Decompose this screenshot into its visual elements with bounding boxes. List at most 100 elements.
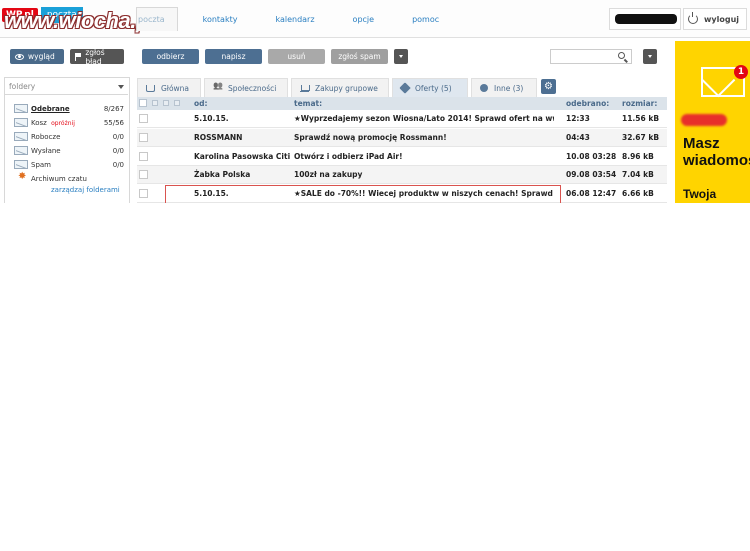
table-row[interactable]: ROSSMANN Sprawdź nową promocję Rossmann!… [137, 129, 667, 147]
people-icon [213, 85, 222, 92]
row-received: 10.08 03:28 [566, 152, 617, 161]
tab-label: Zakupy grupowe [315, 83, 378, 93]
nav-item-pomoc[interactable]: pomoc [412, 15, 439, 24]
row-size: 11.56 kB [622, 114, 660, 123]
flag-column-icon [163, 100, 169, 106]
tab-spolecznosci[interactable]: Społeczności [204, 78, 288, 97]
mail-app: WP.pl poczta www.wiocha.pl poczta kontak… [0, 0, 750, 203]
tab-zakupy-grupowe[interactable]: Zakupy grupowe [291, 78, 389, 97]
row-checkbox[interactable] [139, 152, 148, 161]
tab-label: Oferty (5) [415, 83, 452, 93]
folder-name: Wysłane [31, 146, 61, 155]
write-button[interactable]: napisz [205, 49, 262, 64]
row-subject: 100zł na zakupy [294, 170, 363, 179]
folder-item-kosz[interactable]: Kosz opróżnij 55/56 [14, 116, 124, 129]
column-subject[interactable]: temat: [294, 97, 322, 110]
row-subject: ★Wyprzedajemy sezon Wiosna/Lato 2014! Sp… [294, 114, 554, 123]
folder-item-wyslane[interactable]: Wysłane 0/0 [14, 144, 124, 157]
tab-oferty[interactable]: Oferty (5) [392, 78, 468, 97]
folder-count: 8/267 [103, 104, 124, 113]
row-from: 5.10.15. [194, 114, 229, 123]
report-bug-button[interactable]: zgłoś błąd [70, 47, 124, 66]
folder-item-spam[interactable]: Spam 0/0 [14, 158, 124, 171]
tab-inne[interactable]: Inne (3) [471, 78, 537, 97]
folder-item-odebrane[interactable]: Odebrane 8/267 [14, 102, 124, 115]
top-bar: WP.pl poczta www.wiocha.pl poczta kontak… [0, 0, 750, 38]
empty-trash-link[interactable]: opróżnij [51, 120, 75, 127]
page: WP.pl poczta www.wiocha.pl poczta kontak… [0, 0, 750, 551]
folder-count: 55/56 [103, 118, 124, 127]
read-status-column-icon [152, 100, 158, 106]
report-label: zgłoś błąd [85, 47, 105, 66]
user-name-redacted [615, 14, 677, 24]
search-input[interactable] [550, 49, 632, 64]
row-received: 04:43 [566, 133, 590, 142]
trash-envelope-icon [14, 118, 28, 127]
row-received: 12:33 [566, 114, 590, 123]
ad-headline-line1: Masz [683, 135, 720, 152]
row-checkbox[interactable] [139, 133, 148, 142]
folder-item-robocze[interactable]: Robocze 0/0 [14, 130, 124, 143]
logout-label: wyloguj [704, 14, 740, 24]
folder-name: Archiwum czatu [31, 174, 87, 183]
watermark-text: www.wiocha.pl [4, 8, 155, 33]
folder-select[interactable]: foldery [4, 79, 128, 95]
receive-button[interactable]: odbierz [142, 49, 199, 64]
row-checkbox[interactable] [139, 170, 148, 179]
eye-icon [15, 53, 24, 60]
manage-folders-link[interactable]: zarządzaj folderami [51, 186, 120, 194]
advertisement-banner[interactable]: 1 Masz wiadomoś Twoja [675, 41, 750, 203]
folder-name: Robocze [31, 132, 61, 141]
row-size: 6.66 kB [622, 189, 654, 198]
power-icon [688, 12, 698, 24]
folder-count: 0/0 [112, 146, 124, 155]
tab-glowna[interactable]: Główna [137, 78, 201, 97]
table-row[interactable]: Karolina Pasowska Citi Otwórz i odbierz … [137, 148, 667, 166]
table-row[interactable]: Żabka Polska 100zł na zakupy 09.08 03:54… [137, 166, 667, 184]
nav-item-kontakty[interactable]: kontakty [203, 15, 238, 24]
folder-name: Spam [31, 160, 51, 169]
more-actions-button[interactable] [394, 49, 408, 64]
nav-item-opcje[interactable]: opcje [353, 15, 375, 24]
select-all-checkbox[interactable] [139, 99, 147, 107]
ad-headline-line2: wiadomoś [683, 152, 750, 169]
report-spam-button[interactable]: zgłoś spam [331, 49, 388, 64]
chevron-down-icon [118, 85, 124, 89]
row-subject: Sprawdź nową promocję Rossmann! [294, 133, 447, 142]
chat-archive-icon [18, 171, 28, 184]
search-options-button[interactable] [643, 49, 657, 64]
logout-button[interactable]: wyloguj [683, 8, 747, 30]
ad-redacted-text [681, 114, 727, 126]
row-from: ROSSMANN [194, 133, 243, 142]
row-received: 06.08 12:47 [566, 189, 617, 198]
column-from[interactable]: od: [194, 97, 208, 110]
spam-envelope-icon [14, 160, 28, 169]
folder-select-label: foldery [9, 82, 36, 91]
highlight-box [165, 185, 561, 203]
delete-button[interactable]: usuń [268, 49, 325, 64]
column-received[interactable]: odebrano: [566, 97, 609, 110]
nav-item-kalendarz[interactable]: kalendarz [275, 15, 314, 24]
folder-name: Odebrane [31, 104, 70, 113]
table-row[interactable]: 5.10.15. ★Wyprzedajemy sezon Wiosna/Lato… [137, 110, 667, 128]
tab-label: Inne (3) [494, 83, 524, 93]
row-from: Żabka Polska [194, 170, 251, 179]
user-account[interactable] [609, 8, 681, 30]
folder-item-archiwum-czatu[interactable]: Archiwum czatu [18, 171, 128, 185]
draft-envelope-icon [14, 132, 28, 141]
row-checkbox[interactable] [139, 114, 148, 123]
column-size[interactable]: rozmiar: [622, 97, 657, 110]
main-nav: poczta kontakty kalendarz opcje pomoc [138, 9, 477, 29]
row-subject: Otwórz i odbierz iPad Air! [294, 152, 403, 161]
folder-count: 0/0 [112, 160, 124, 169]
nav-item-poczta[interactable]: poczta [138, 15, 165, 24]
view-button[interactable]: wygląd [10, 49, 64, 64]
row-size: 32.67 kB [622, 133, 660, 142]
tabs-settings-button[interactable]: ⚙ [541, 79, 556, 94]
row-size: 8.96 kB [622, 152, 654, 161]
folder-count: 0/0 [112, 132, 124, 141]
row-checkbox[interactable] [139, 189, 148, 198]
view-label: wygląd [28, 52, 55, 61]
folder-name: Kosz opróżnij [31, 119, 94, 127]
tab-label: Główna [161, 83, 190, 93]
